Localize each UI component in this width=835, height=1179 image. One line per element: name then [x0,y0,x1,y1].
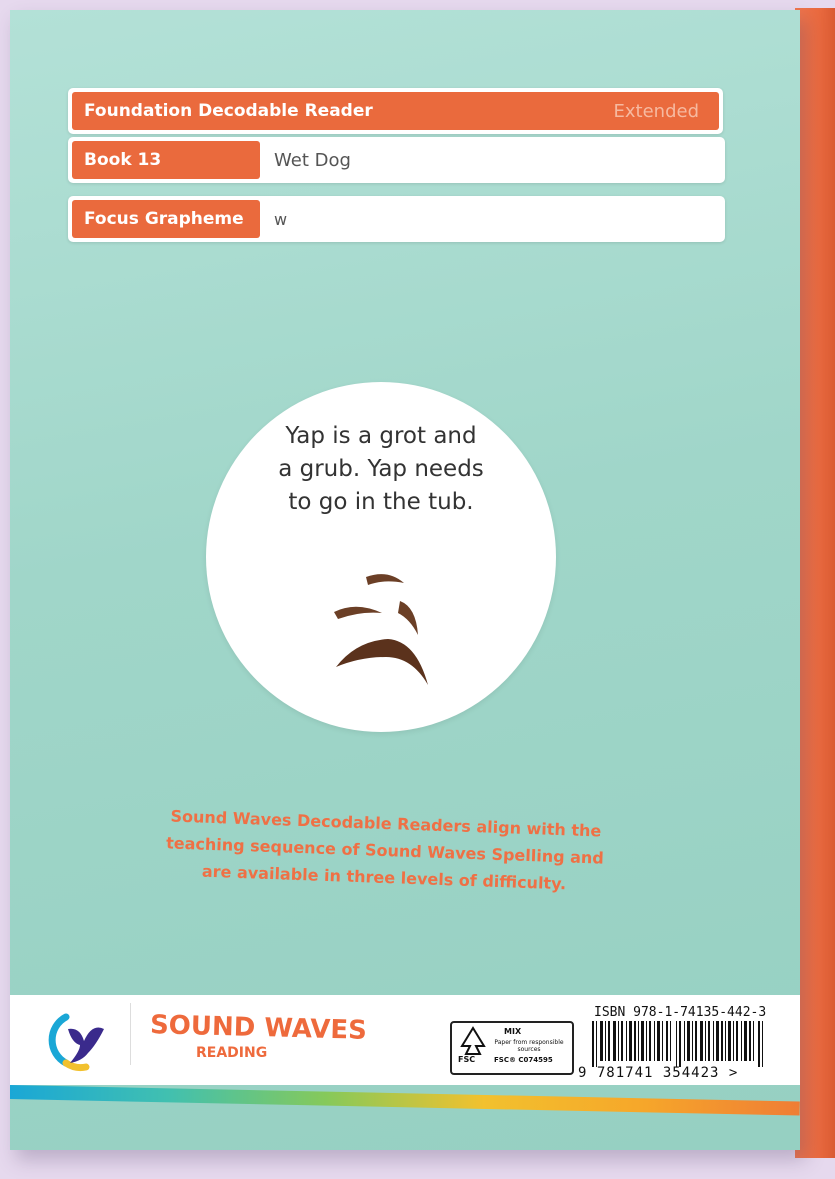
blurb-line: a grub. Yap needs [278,456,484,482]
isbn-barcode: ISBN 978-1-74135-442-3 9 781741 354423 > [578,1005,783,1083]
book-spine [795,8,835,1158]
blurb-line: to go in the tub. [288,489,474,515]
mud-splash-icon [334,574,428,685]
brand-logo: SOUND WAVES READING [149,1010,368,1061]
cover-footer: SOUND WAVES READING FSC MIX Paper from r… [10,995,800,1085]
fsc-paper-text: Paper from responsible sources [494,1039,564,1053]
fsc-tree-icon [460,1026,486,1055]
focus-grapheme-label: Focus Grapheme [72,200,260,238]
brand-subtitle: READING [196,1045,268,1061]
book-number-label: Book 13 [72,141,260,179]
focus-grapheme-row: Focus Grapheme w [68,196,725,242]
book-number-row: Book 13 Wet Dog [68,137,725,183]
fsc-code: FSC® C074595 [494,1056,553,1064]
blurb-line: Yap is a grot and [285,423,477,449]
fsc-mix: MIX [504,1027,522,1036]
blurb-circle: Yap is a grot and a grub. Yap needs to g… [206,382,556,732]
brand-name: SOUND WAVES [149,1010,368,1046]
series-row: Foundation Decodable Reader Extended [68,88,723,134]
book-title: Wet Dog [274,149,351,171]
book-back-cover: Foundation Decodable Reader Extended Boo… [10,10,800,1150]
fsc-label: FSC [458,1055,476,1064]
rainbow-stripe [10,1085,800,1116]
focus-grapheme-value: w [274,209,288,229]
barcode-icon [592,1021,763,1067]
isbn-text: ISBN 978-1-74135-442-3 [594,1005,767,1020]
publisher-logo-icon [48,1013,104,1072]
footer-divider [130,1003,131,1065]
level-label: Extended [613,100,700,122]
series-tagline: Sound Waves Decodable Readers align with… [159,802,612,899]
fsc-certification-badge: FSC MIX Paper from responsible sources F… [450,1021,574,1075]
blurb-text: Yap is a grot and a grub. Yap needs to g… [206,420,556,519]
isbn-digits: 9 781741 354423 > [578,1065,739,1081]
